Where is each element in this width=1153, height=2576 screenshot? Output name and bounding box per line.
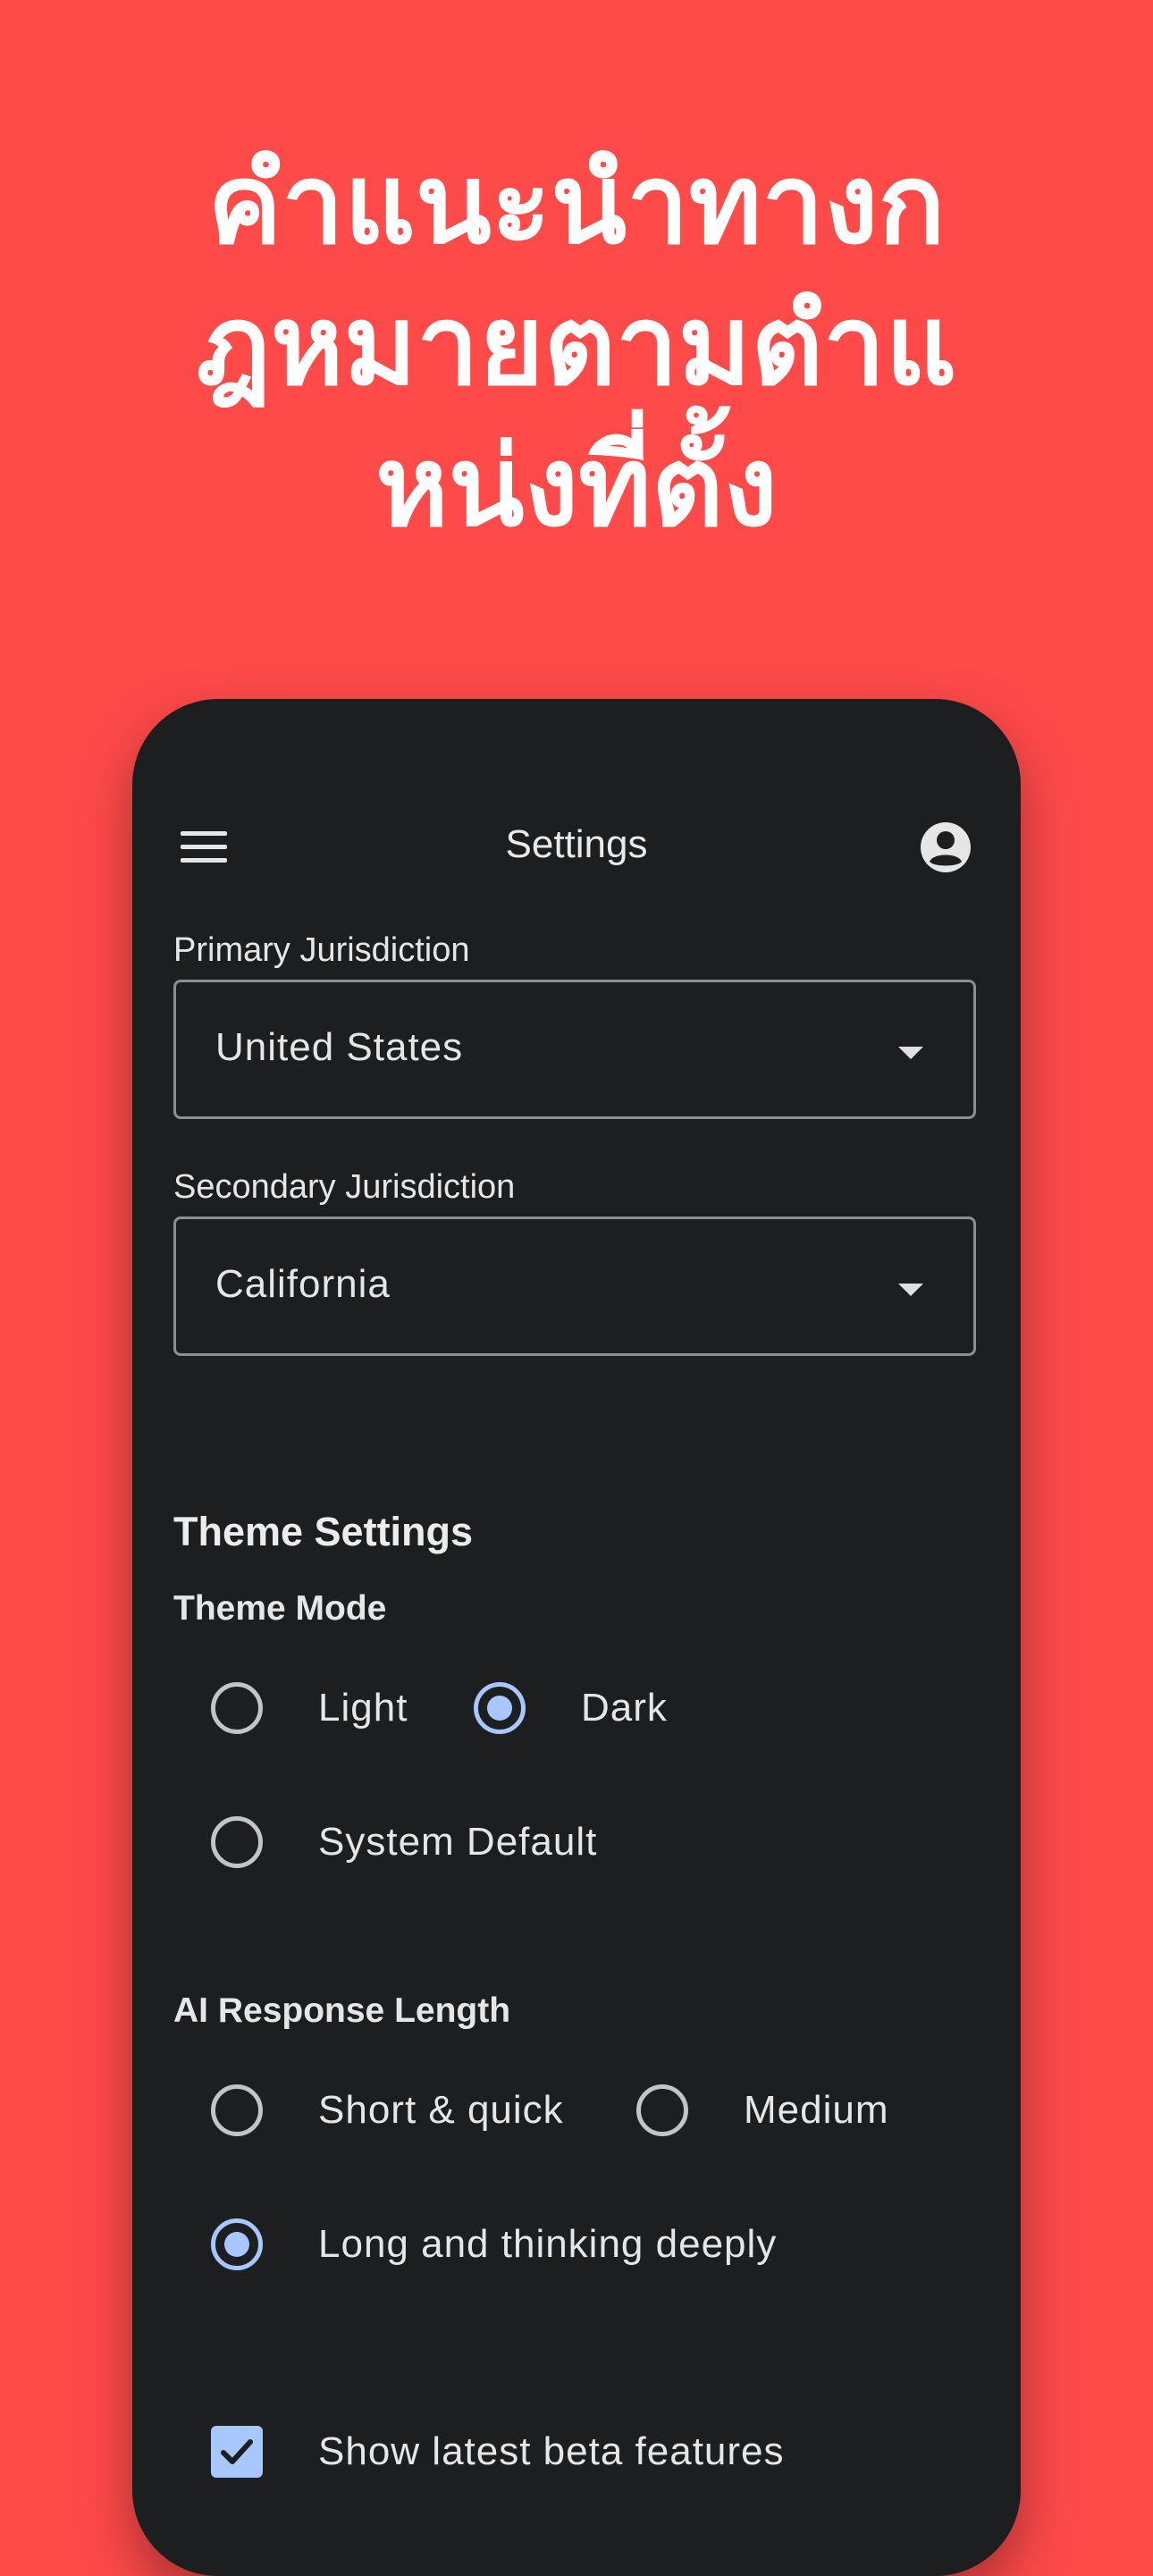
dropdown-arrow-icon (898, 1284, 923, 1296)
radio-label: Short & quick (318, 2088, 564, 2132)
theme-option-dark[interactable]: Dark (474, 1673, 706, 1745)
primary-jurisdiction-value: United States (215, 1025, 464, 1069)
secondary-jurisdiction-select[interactable]: California (173, 1216, 976, 1356)
theme-settings-title: Theme Settings (173, 1509, 474, 1554)
response-option-medium[interactable]: Medium (636, 2075, 940, 2147)
radio-label: Light (318, 1686, 408, 1730)
checkmark-icon (221, 2439, 253, 2464)
app-bar: Settings (132, 797, 1021, 896)
phone-screen: Settings Primary Jurisdiction United Sta… (132, 699, 1021, 2576)
headline-line-2: ฎหมายตามตำแ (196, 282, 957, 410)
radio-label: Long and thinking deeply (318, 2222, 778, 2266)
dropdown-arrow-icon (898, 1047, 923, 1059)
response-option-long[interactable]: Long and thinking deeply (211, 2210, 890, 2281)
response-option-short[interactable]: Short & quick (211, 2075, 586, 2147)
primary-jurisdiction-label: Primary Jurisdiction (173, 931, 470, 969)
secondary-jurisdiction-label: Secondary Jurisdiction (173, 1168, 516, 1206)
theme-option-light[interactable]: Light (211, 1673, 425, 1745)
radio-selected-icon (211, 2218, 263, 2270)
theme-mode-label: Theme Mode (173, 1589, 387, 1628)
ai-response-length-label: AI Response Length (173, 1991, 511, 2030)
radio-icon (211, 1816, 263, 1868)
headline-line-1: คำแนะนำทางก (207, 140, 946, 269)
beta-features-label: Show latest beta features (318, 2429, 785, 2473)
beta-features-checkbox[interactable] (211, 2426, 263, 2478)
radio-label: System Default (318, 1820, 598, 1864)
radio-label: Dark (581, 1686, 668, 1730)
radio-selected-icon (474, 1682, 526, 1734)
secondary-jurisdiction-value: California (215, 1262, 391, 1306)
page-title: Settings (505, 822, 648, 866)
radio-icon (211, 1682, 263, 1734)
radio-icon (211, 2084, 263, 2136)
theme-option-system-default[interactable]: System Default (211, 1807, 711, 1879)
account-circle-icon[interactable] (919, 821, 972, 874)
radio-icon (636, 2084, 688, 2136)
primary-jurisdiction-select[interactable]: United States (173, 980, 976, 1119)
radio-label: Medium (744, 2088, 889, 2132)
headline-line-3: หน่งที่ตั้ง (375, 423, 778, 551)
promo-headline: คำแนะนำทางก ฎหมายตามตำแ หน่งที่ตั้ง (0, 134, 1153, 558)
